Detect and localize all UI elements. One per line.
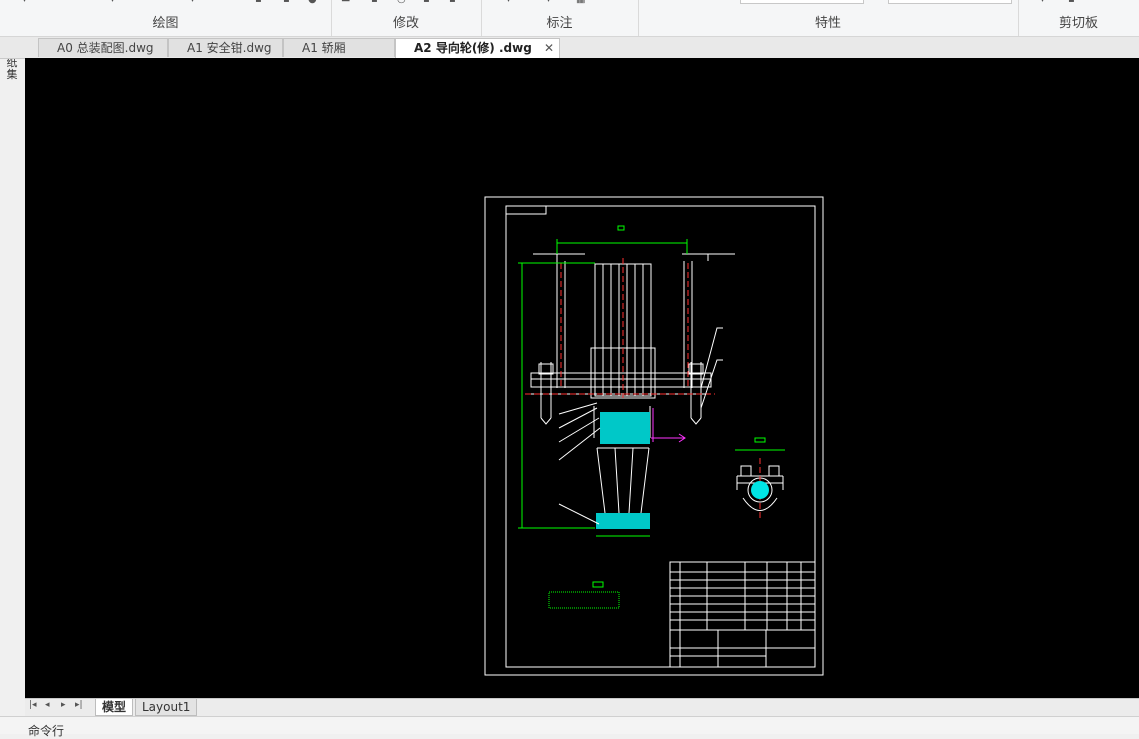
model-space-canvas[interactable]	[25, 58, 1139, 698]
title-block-col	[670, 630, 815, 667]
draw-tool-icon[interactable]: ●	[308, 0, 317, 5]
sheet-set-panel[interactable]: 图纸集	[0, 37, 26, 697]
ribbon-group-draw: ▾ ▾ ▾ ▪ ▪ ● 绘图	[0, 0, 332, 36]
modify-tool-icon[interactable]: ○	[397, 0, 406, 5]
notes-block	[548, 591, 620, 609]
layout-tab-model[interactable]: 模型	[95, 699, 134, 716]
modify-tool-icon[interactable]: ▪	[423, 0, 430, 5]
title-block	[669, 561, 816, 668]
side-bolt	[768, 465, 780, 477]
document-tabs: A0 总装配图.dwg A1 安全钳.dwg A1 轿厢门.dwg A2 导向轮…	[0, 37, 1139, 74]
dropdown-arrow-icon[interactable]: ▾	[506, 0, 511, 5]
ribbon-group-annotate: ▾ ▾ ▦ 标注	[481, 0, 639, 36]
doc-tab[interactable]: A1 安全钳.dwg	[168, 38, 283, 57]
ribbon-group-modify: ▬ ▪ ○ ▪ ▪ 修改	[331, 0, 482, 36]
ribbon-group-label: 剪切板	[1058, 16, 1098, 31]
ribbon-group-label: 特性	[814, 16, 841, 31]
draw-tool-icon[interactable]: ▪	[283, 0, 290, 5]
ribbon-group-label: 绘图	[152, 16, 179, 31]
dropdown-arrow-icon[interactable]: ▾	[190, 0, 195, 5]
prev-layout-icon[interactable]: ◂	[45, 700, 50, 710]
dropdown-arrow-icon[interactable]: ▾	[546, 0, 551, 5]
draw-tool-icon[interactable]: ▪	[255, 0, 262, 5]
beam-line	[533, 253, 735, 261]
sheet-border	[484, 196, 824, 676]
hatch-area	[596, 412, 769, 529]
paste-icon[interactable]: ▪	[1068, 0, 1075, 5]
bolt	[540, 362, 552, 425]
title-block-col	[679, 562, 802, 667]
last-layout-icon[interactable]: ▸|	[75, 700, 83, 710]
doc-tab[interactable]: A1 轿厢门.dwg	[283, 38, 395, 74]
property-color-select[interactable]	[740, 0, 864, 4]
dimension-line	[556, 239, 688, 254]
command-line[interactable]: 命令行	[0, 716, 1139, 738]
centerline	[560, 258, 689, 398]
drawing-frame	[505, 205, 816, 668]
doc-tab[interactable]: A0 总装配图.dwg	[38, 38, 168, 57]
table-tool-icon[interactable]: ▦	[576, 0, 585, 5]
side-bolt	[740, 465, 752, 477]
ribbon-group-properties: 特性	[638, 0, 1019, 36]
command-line-label: 命令行	[28, 724, 65, 738]
ribbon-group-label: 修改	[392, 16, 419, 31]
close-icon[interactable]: ✕	[544, 39, 554, 58]
support-line	[596, 447, 650, 514]
dropdown-arrow-icon[interactable]: ▾	[22, 0, 27, 5]
title-block-row	[670, 571, 815, 631]
dimension-text-box	[592, 581, 604, 588]
modify-tool-icon[interactable]: ▪	[371, 0, 378, 5]
ribbon: ▾ ▾ ▾ ▪ ▪ ● 绘图 ▬ ▪ ○ ▪ ▪ 修改 ▾ ▾ ▦ 标注 特性	[0, 0, 1139, 37]
ribbon-group-clipboard: ▾ ▪ 剪切板	[1018, 0, 1139, 36]
beam-line	[556, 261, 693, 388]
modify-tool-icon[interactable]: ▬	[341, 0, 350, 5]
ribbon-group-label: 标注	[546, 16, 573, 31]
code-box	[505, 205, 547, 215]
next-layout-icon[interactable]: ▸	[61, 700, 66, 710]
first-layout-icon[interactable]: |◂	[29, 700, 37, 710]
layout-tab-layout1[interactable]: Layout1	[135, 699, 198, 716]
modify-tool-icon[interactable]: ▪	[449, 0, 456, 5]
dropdown-arrow-icon[interactable]: ▾	[110, 0, 115, 5]
dimension-text-box	[617, 225, 625, 231]
doc-tab-active[interactable]: A2 导向轮(修) .dwg ✕	[395, 38, 560, 58]
drawing-viewport[interactable]	[25, 58, 1139, 698]
dropdown-arrow-icon[interactable]: ▾	[1040, 0, 1045, 5]
leader-line	[558, 402, 601, 525]
property-linetype-select[interactable]	[888, 0, 1012, 4]
layout-tab-bar: |◂ ◂ ▸ ▸| 模型 Layout1	[25, 698, 1139, 716]
leader-line	[700, 327, 723, 409]
dimension-text-box	[754, 437, 766, 443]
load-arrow	[651, 408, 686, 443]
